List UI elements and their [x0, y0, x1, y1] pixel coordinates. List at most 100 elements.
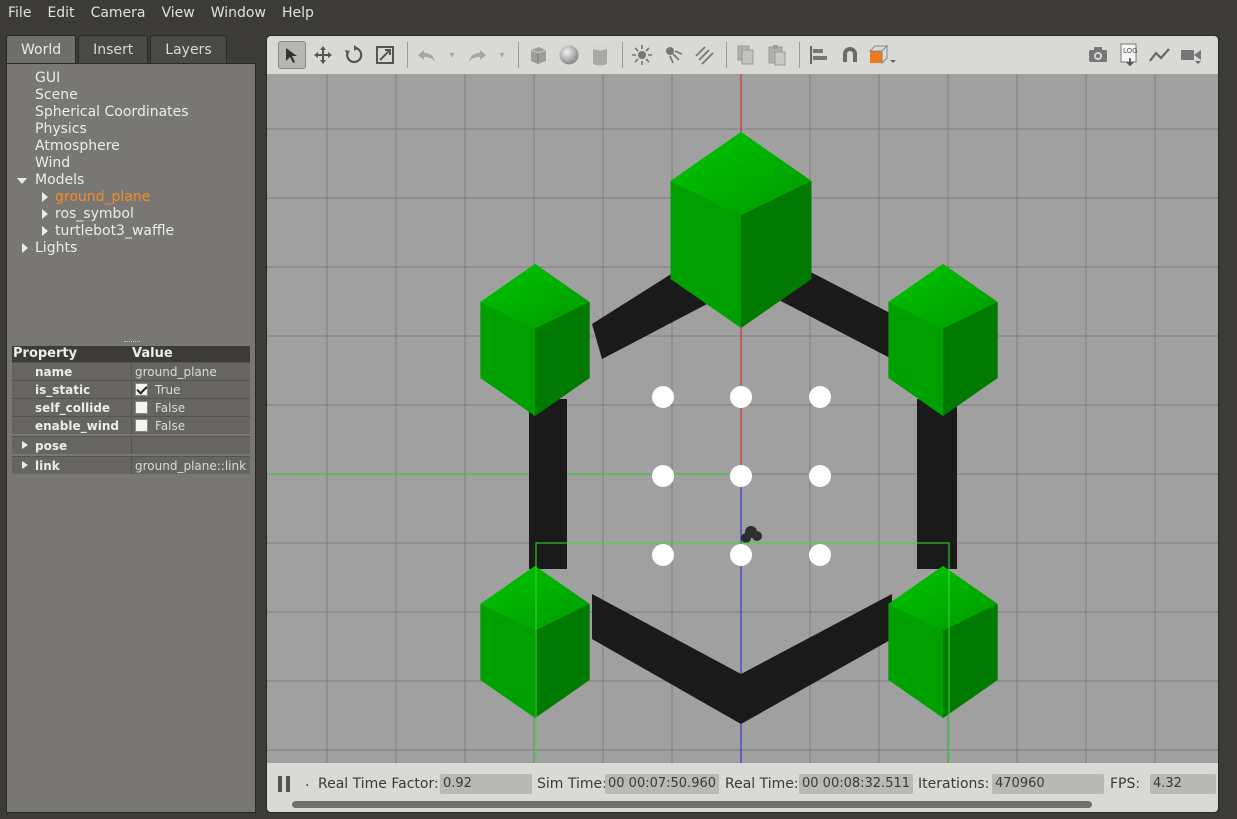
tree-item-gui[interactable]: GUI: [7, 70, 255, 87]
3d-viewport[interactable]: [267, 74, 1218, 774]
redo-icon: [469, 50, 486, 62]
property-value[interactable]: ground_plane: [131, 363, 250, 380]
tree-item-scene[interactable]: Scene: [7, 87, 255, 104]
is-static-checkbox[interactable]: [135, 383, 148, 396]
tree-item-ground-plane[interactable]: ground_plane: [7, 189, 255, 206]
plot-button[interactable]: [1146, 41, 1174, 69]
status-scrollbar[interactable]: [292, 801, 1092, 808]
tree-item-spherical-coordinates[interactable]: Spherical Coordinates: [7, 104, 255, 121]
expand-down-icon[interactable]: [17, 178, 27, 184]
select-mode-button[interactable]: [278, 41, 306, 69]
menu-help[interactable]: Help: [282, 5, 314, 21]
log-button[interactable]: LOG: [1115, 41, 1143, 69]
screenshot-button[interactable]: [1084, 41, 1112, 69]
tree-item-ros-symbol[interactable]: ros_symbol: [7, 206, 255, 223]
tree-item-lights[interactable]: Lights: [7, 240, 255, 257]
render-panel: ▾ ▾ LOG . Real Time Factor: 0.92 Sim Tim…: [266, 35, 1219, 813]
property-row-link[interactable]: link ground_plane::link: [12, 456, 250, 474]
menu-window[interactable]: Window: [211, 5, 266, 21]
expand-right-icon[interactable]: [42, 226, 48, 236]
tree-item-physics[interactable]: Physics: [7, 121, 255, 138]
scale-mode-button[interactable]: [371, 41, 399, 69]
insert-box-button[interactable]: [524, 41, 552, 69]
toolbar-separator: [726, 42, 727, 68]
plot-icon: [1149, 48, 1170, 62]
redo-button[interactable]: [463, 41, 491, 69]
property-key: pose: [12, 437, 131, 454]
menu-view[interactable]: View: [162, 5, 195, 21]
iterations-value: 470960: [992, 774, 1104, 794]
property-key: name: [35, 365, 73, 379]
copy-button[interactable]: [732, 41, 760, 69]
translate-icon: [314, 46, 332, 64]
view-angle-button[interactable]: [867, 41, 901, 69]
property-header: Property Value: [12, 346, 250, 362]
expand-right-icon[interactable]: [42, 209, 48, 219]
insert-point-light-button[interactable]: [628, 41, 656, 69]
tree-item-wind[interactable]: Wind: [7, 155, 255, 172]
enable-wind-checkbox[interactable]: [135, 419, 148, 432]
property-value: ground_plane::link: [131, 457, 250, 474]
sim-time-value: 00 00:07:50.960: [605, 774, 719, 794]
column-property: Property: [13, 346, 78, 361]
redo-history-dropdown[interactable]: ▾: [494, 41, 510, 69]
toolbar: ▾ ▾ LOG: [267, 36, 1218, 74]
panel-tabs: World Insert Layers: [6, 35, 229, 63]
toolbar-right-group: LOG: [1084, 41, 1208, 69]
real-time-value: 00 00:08:32.511: [799, 774, 913, 794]
property-key: self_collide: [35, 401, 111, 415]
property-row-pose[interactable]: pose: [12, 436, 250, 454]
self-collide-checkbox[interactable]: [135, 401, 148, 414]
menu-file[interactable]: File: [8, 5, 31, 21]
left-panel: World Insert Layers GUI Scene Spherical …: [6, 35, 256, 813]
log-icon: LOG: [1120, 43, 1138, 67]
insert-sphere-button[interactable]: [555, 41, 583, 69]
panel-splitter[interactable]: [124, 341, 140, 344]
menu-camera[interactable]: Camera: [91, 5, 146, 21]
tab-layers[interactable]: Layers: [150, 35, 227, 63]
expand-right-icon[interactable]: [22, 243, 28, 253]
copy-icon: [737, 45, 754, 65]
rotate-mode-button[interactable]: [340, 41, 368, 69]
translate-mode-button[interactable]: [309, 41, 337, 69]
property-row-enable-wind: enable_wind False: [12, 416, 250, 434]
align-button[interactable]: [805, 41, 833, 69]
tree-item-turtlebot3-waffle[interactable]: turtlebot3_waffle: [7, 223, 255, 240]
tab-insert[interactable]: Insert: [78, 35, 149, 63]
paste-button[interactable]: [763, 41, 791, 69]
scale-icon: [376, 46, 394, 64]
toolbar-separator: [518, 42, 519, 68]
point-light-icon: [632, 45, 652, 65]
insert-spot-light-button[interactable]: [659, 41, 687, 69]
world-tree: GUI Scene Spherical Coordinates Physics …: [7, 70, 255, 257]
screenshot-icon: [1089, 47, 1107, 62]
scene-canvas[interactable]: [267, 74, 1218, 774]
pause-icon[interactable]: [278, 776, 291, 792]
menu-edit[interactable]: Edit: [47, 5, 74, 21]
video-icon: [1181, 50, 1201, 64]
snap-button[interactable]: [836, 41, 864, 69]
expand-right-icon[interactable]: [42, 192, 48, 202]
property-table: Property Value name ground_plane is_stat…: [12, 346, 250, 474]
sphere-icon: [559, 45, 579, 65]
undo-history-dropdown[interactable]: ▾: [444, 41, 460, 69]
rotate-icon: [345, 45, 363, 64]
property-row-is-static: is_static True: [12, 380, 250, 398]
real-time-label: Real Time:: [725, 776, 799, 792]
tree-item-atmosphere[interactable]: Atmosphere: [7, 138, 255, 155]
toolbar-separator: [622, 42, 623, 68]
tab-world[interactable]: World: [6, 35, 77, 63]
video-record-button[interactable]: [1177, 41, 1205, 69]
expand-right-icon[interactable]: [22, 461, 28, 469]
expand-right-icon[interactable]: [22, 441, 28, 449]
tree-item-models[interactable]: Models: [7, 172, 255, 189]
insert-directional-light-button[interactable]: [690, 41, 718, 69]
undo-button[interactable]: [413, 41, 441, 69]
fps-label: FPS:: [1110, 776, 1141, 792]
property-value: True: [131, 381, 250, 398]
property-value: False: [131, 417, 250, 434]
real-time-factor-value: 0.92: [440, 774, 532, 794]
insert-cylinder-button[interactable]: [586, 41, 614, 69]
chevron-down-icon: ▾: [499, 49, 505, 61]
box-icon: [530, 47, 547, 64]
